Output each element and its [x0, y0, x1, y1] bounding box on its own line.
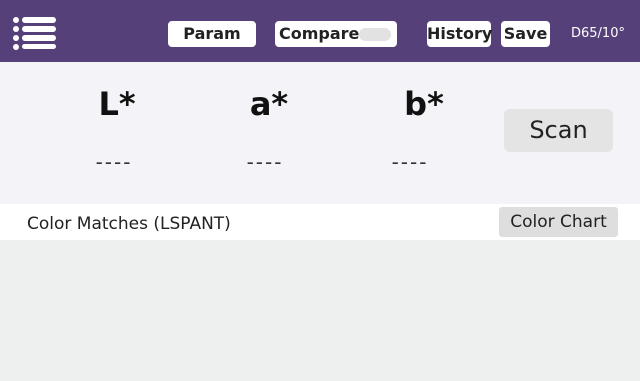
color-chart-button[interactable]: Color Chart — [499, 207, 618, 237]
illuminant-observer-label: D65/10° — [571, 26, 625, 41]
param-button[interactable]: Param — [168, 21, 256, 47]
color-matches-list — [0, 240, 640, 381]
l-star-label: L* — [98, 85, 136, 123]
color-chart-button-label: Color Chart — [510, 212, 607, 232]
scan-button[interactable]: Scan — [504, 109, 613, 152]
lab-readout-panel: L* a* b* ---- ---- ---- Scan — [0, 62, 640, 204]
scan-button-label: Scan — [529, 116, 588, 144]
save-button-label: Save — [503, 24, 548, 43]
compare-button[interactable]: Compare — [275, 21, 397, 47]
a-star-value: ---- — [246, 150, 284, 174]
history-button-label: History — [427, 24, 493, 43]
top-toolbar: Param Compare History Save D65/10° — [0, 0, 640, 62]
a-star-label: a* — [249, 85, 289, 123]
param-button-label: Param — [183, 24, 241, 43]
history-button[interactable]: History — [427, 21, 493, 47]
color-matches-header: Color Matches (LSPANT) Color Chart — [0, 204, 640, 240]
compare-button-label: Compare — [279, 24, 360, 43]
hamburger-menu-icon[interactable] — [12, 16, 58, 50]
compare-toggle[interactable] — [359, 28, 391, 41]
save-button[interactable]: Save — [501, 21, 550, 47]
b-star-value: ---- — [391, 150, 429, 174]
color-matches-title: Color Matches (LSPANT) — [27, 214, 231, 234]
b-star-label: b* — [404, 85, 444, 123]
l-star-value: ---- — [95, 150, 133, 174]
